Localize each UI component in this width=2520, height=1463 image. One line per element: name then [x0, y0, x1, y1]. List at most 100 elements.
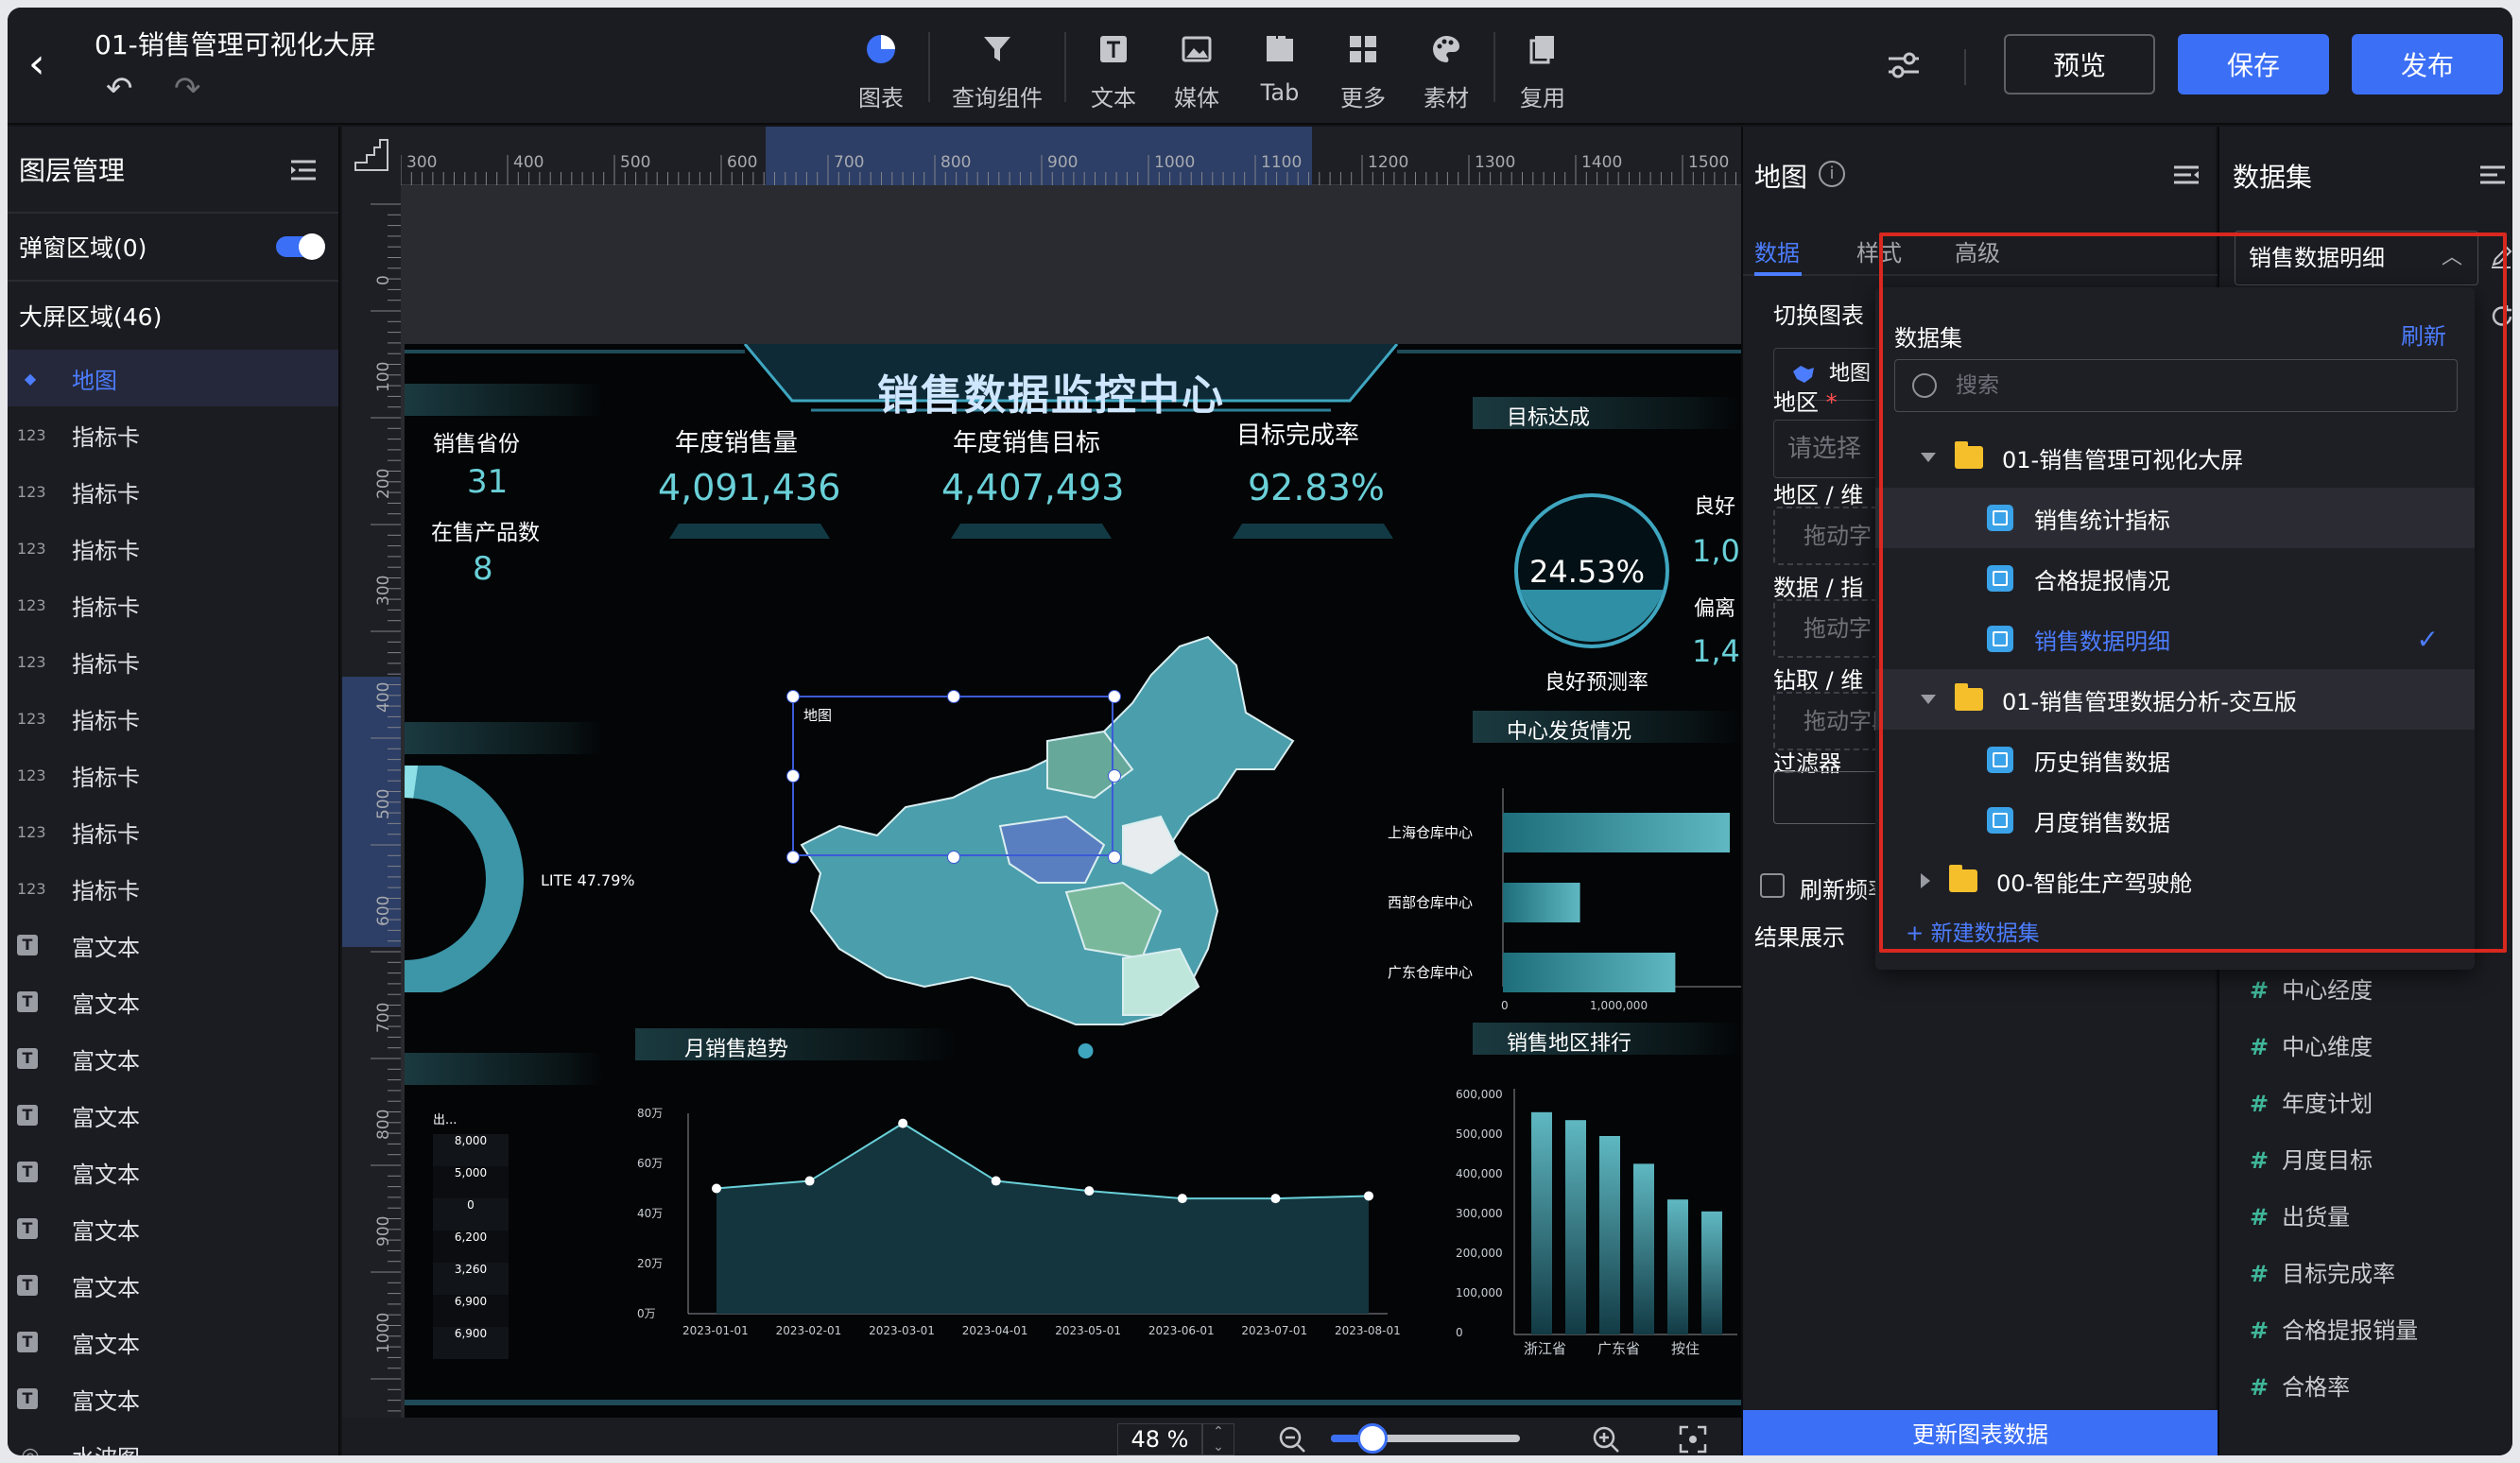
- text-icon: T: [17, 1218, 38, 1239]
- ruler-left-label: 200: [374, 468, 393, 499]
- rank-x-label: 浙江省: [1524, 1340, 1566, 1357]
- ruler-corner-icon[interactable]: [342, 127, 401, 185]
- tool-tab[interactable]: Tab: [1238, 23, 1321, 113]
- tab-data[interactable]: 数据: [1754, 234, 1800, 267]
- dataset-field[interactable]: # 中心维度: [2250, 1028, 2373, 1061]
- monthly-trend-title: 月销售趋势: [684, 1038, 789, 1061]
- save-button[interactable]: 保存: [2178, 34, 2329, 95]
- resize-handle[interactable]: [1108, 769, 1121, 783]
- update-chart-data-button[interactable]: 更新图表数据: [1743, 1410, 2218, 1455]
- tool-media-label: 媒体: [1174, 85, 1219, 112]
- zoom-out-icon[interactable]: [1278, 1425, 1306, 1454]
- refresh-frequency-checkbox[interactable]: [1760, 873, 1785, 898]
- resize-handle[interactable]: [947, 690, 960, 703]
- dataset-field[interactable]: # 月度目标: [2250, 1142, 2373, 1175]
- number-field-icon: #: [2250, 1034, 2270, 1060]
- ruler-top-label: 400: [513, 153, 544, 172]
- number-icon: 123: [17, 482, 46, 501]
- layer-item[interactable]: T 富文本: [8, 917, 338, 973]
- tool-text[interactable]: 文本: [1072, 23, 1155, 113]
- settings-sliders-icon[interactable]: [1887, 51, 1921, 81]
- tool-chart[interactable]: 图表: [839, 23, 923, 113]
- zoom-stepper[interactable]: ⌃ ⌄: [1202, 1423, 1234, 1455]
- layer-item[interactable]: T 富文本: [8, 1257, 338, 1314]
- resize-handle[interactable]: [786, 769, 800, 783]
- resize-handle[interactable]: [1108, 851, 1121, 864]
- layer-item[interactable]: T 富文本: [8, 973, 338, 1030]
- section-bar: [635, 1028, 957, 1060]
- publish-button[interactable]: 发布: [2352, 34, 2503, 95]
- preview-button[interactable]: 预览: [2004, 34, 2155, 95]
- dataset-field[interactable]: # 中心经度: [2250, 972, 2373, 1005]
- layer-item[interactable]: 123 指标卡: [8, 690, 338, 747]
- collapse-menu-icon[interactable]: [2478, 164, 2507, 185]
- rank-y-tick: 100,000: [1456, 1286, 1503, 1299]
- layer-item[interactable]: 123 指标卡: [8, 520, 338, 577]
- table-cell: 3,260: [433, 1263, 509, 1295]
- tool-query-label: 查询组件: [952, 85, 1043, 112]
- layer-label: 指标卡: [72, 764, 140, 791]
- layer-item[interactable]: 123 指标卡: [8, 803, 338, 860]
- dataset-field[interactable]: # 合格率: [2250, 1368, 2350, 1402]
- back-icon[interactable]: ‹: [28, 43, 66, 85]
- left-data-table: 出... 8,000 5,000 0 6,200 3,260 6,900 6,900: [433, 1110, 509, 1359]
- dataset-field-label: 中心维度: [2282, 1034, 2373, 1060]
- number-icon: 123: [17, 822, 46, 841]
- layer-label: 富文本: [72, 1104, 140, 1131]
- dataset-field[interactable]: # 合格提报销量: [2250, 1312, 2418, 1345]
- undo-icon[interactable]: ↶: [106, 70, 133, 108]
- layer-item[interactable]: ◎ 水波图: [8, 1427, 338, 1456]
- tool-assets[interactable]: 素材: [1405, 23, 1488, 113]
- zoom-in-icon[interactable]: [1592, 1425, 1620, 1454]
- popup-area-toggle[interactable]: [276, 233, 325, 260]
- number-field-icon: #: [2250, 1374, 2270, 1401]
- layer-item[interactable]: T 富文本: [8, 1087, 338, 1144]
- dataset-field[interactable]: # 出货量: [2250, 1198, 2350, 1231]
- fit-screen-icon[interactable]: [1679, 1425, 1707, 1454]
- tool-query[interactable]: 查询组件: [936, 23, 1059, 113]
- layer-item[interactable]: ◆ 地图: [8, 350, 338, 406]
- layer-label: 指标卡: [72, 820, 140, 848]
- layer-item[interactable]: T 富文本: [8, 1144, 338, 1200]
- tool-reuse[interactable]: 复用: [1501, 23, 1584, 113]
- collapse-menu-icon[interactable]: [289, 159, 318, 181]
- layer-item[interactable]: 123 指标卡: [8, 633, 338, 690]
- tool-more[interactable]: 更多: [1321, 23, 1405, 113]
- region-dimension-label: 地区 / 维: [1773, 482, 1864, 508]
- layer-item[interactable]: T 富文本: [8, 1370, 338, 1427]
- map-selection-box[interactable]: [792, 696, 1113, 856]
- dataset-field[interactable]: # 年度计划: [2250, 1085, 2373, 1118]
- layer-item[interactable]: 123 指标卡: [8, 860, 338, 917]
- dataset-field-label: 目标完成率: [2282, 1261, 2396, 1287]
- resize-handle[interactable]: [786, 851, 800, 864]
- layer-item[interactable]: T 富文本: [8, 1200, 338, 1257]
- trend-x-label: 2023-03-01: [869, 1324, 935, 1337]
- layer-item[interactable]: 123 指标卡: [8, 406, 338, 463]
- rank-y-tick: 300,000: [1456, 1207, 1503, 1220]
- layer-label: 指标卡: [72, 480, 140, 508]
- dashboard-screen[interactable]: 销售数据监控中心 销售省份 31 在售产品数 8 年度销售量 4,091,436…: [405, 344, 1741, 1418]
- layer-item[interactable]: 123 指标卡: [8, 747, 338, 803]
- rank-y-tick: 0: [1456, 1326, 1463, 1339]
- popup-area-row: 弹窗区域(0): [8, 214, 338, 282]
- layer-item[interactable]: T 富文本: [8, 1030, 338, 1087]
- collapse-menu-icon[interactable]: [2172, 164, 2201, 185]
- layer-item[interactable]: T 富文本: [8, 1314, 338, 1370]
- trend-x-label: 2023-06-01: [1148, 1324, 1215, 1337]
- tool-media[interactable]: 媒体: [1155, 23, 1238, 113]
- redo-icon[interactable]: ↷: [174, 70, 201, 108]
- resize-handle[interactable]: [786, 690, 800, 703]
- config-title: 地图: [1754, 162, 1808, 193]
- zoom-slider-thumb[interactable]: [1357, 1423, 1388, 1454]
- layer-item[interactable]: 123 指标卡: [8, 577, 338, 633]
- rank-y-tick: 500,000: [1456, 1127, 1503, 1141]
- layer-item[interactable]: 123 指标卡: [8, 463, 338, 520]
- info-icon[interactable]: i: [1819, 161, 1845, 187]
- resize-handle[interactable]: [1108, 690, 1121, 703]
- zoom-input[interactable]: 48 %: [1117, 1423, 1202, 1455]
- dataset-field[interactable]: # 目标完成率: [2250, 1255, 2395, 1288]
- trend-y-tick: 80万: [637, 1107, 663, 1120]
- ruler-left-label: 700: [374, 1002, 393, 1033]
- canvas-area[interactable]: 300 400 500 600 700 800 900 1000 1100 1200 1300 140…: [342, 127, 1741, 1455]
- resize-handle[interactable]: [947, 851, 960, 864]
